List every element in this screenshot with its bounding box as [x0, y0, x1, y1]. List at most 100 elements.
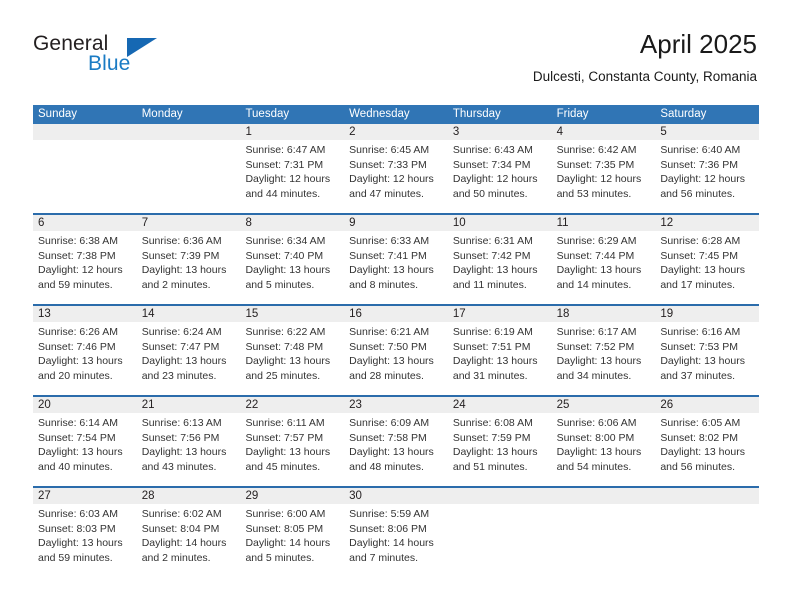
- week-row: 6 7 8 9 10 11 12 Sunrise: 6:38 AM Sunset…: [33, 213, 759, 304]
- day-number[interactable]: [655, 488, 759, 504]
- day-cell[interactable]: [33, 140, 137, 213]
- daylight-text-line1: Daylight: 13 hours: [660, 264, 745, 277]
- day-number[interactable]: 26: [655, 397, 759, 413]
- sunrise-text: Sunrise: 6:36 AM: [141, 235, 222, 247]
- daylight-text-line2: and 20 minutes.: [38, 369, 113, 382]
- day-number[interactable]: 15: [240, 306, 344, 322]
- daylight-text-line1: Daylight: 13 hours: [245, 446, 331, 459]
- day-number[interactable]: 22: [240, 397, 344, 413]
- day-number[interactable]: 2: [344, 124, 448, 140]
- day-cell[interactable]: Sunrise: 6:05 AM Sunset: 8:02 PM Dayligh…: [655, 413, 759, 486]
- day-number[interactable]: 17: [448, 306, 552, 322]
- day-number[interactable]: 9: [344, 215, 448, 231]
- day-number[interactable]: 8: [240, 215, 344, 231]
- day-number[interactable]: 14: [137, 306, 241, 322]
- day-cell[interactable]: Sunrise: 6:16 AM Sunset: 7:53 PM Dayligh…: [655, 322, 759, 395]
- day-number[interactable]: 12: [655, 215, 759, 231]
- day-cell[interactable]: [137, 140, 241, 213]
- weekday-header-wednesday: Wednesday: [349, 108, 410, 120]
- general-blue-logo[interactable]: General Blue: [33, 32, 263, 94]
- day-cell[interactable]: Sunrise: 6:17 AM Sunset: 7:52 PM Dayligh…: [552, 322, 656, 395]
- day-number[interactable]: 5: [655, 124, 759, 140]
- sunset-text: Sunset: 8:06 PM: [349, 522, 427, 535]
- daylight-text-line1: Daylight: 13 hours: [38, 446, 123, 459]
- day-cell[interactable]: Sunrise: 6:14 AM Sunset: 7:54 PM Dayligh…: [33, 413, 137, 486]
- day-number[interactable]: [137, 124, 241, 140]
- day-number[interactable]: 16: [344, 306, 448, 322]
- day-cell[interactable]: [655, 504, 759, 577]
- day-cell[interactable]: Sunrise: 6:19 AM Sunset: 7:51 PM Dayligh…: [448, 322, 552, 395]
- daylight-text-line1: Daylight: 12 hours: [660, 173, 745, 186]
- day-number[interactable]: 13: [33, 306, 137, 322]
- daylight-text-line2: and 44 minutes.: [245, 187, 321, 200]
- calendar-grid: Sunday Monday Tuesday Wednesday Thursday…: [33, 105, 759, 577]
- day-number[interactable]: 19: [655, 306, 759, 322]
- day-number[interactable]: [448, 488, 552, 504]
- day-cell[interactable]: Sunrise: 6:43 AM Sunset: 7:34 PM Dayligh…: [448, 140, 552, 213]
- sunrise-text: Sunrise: 6:02 AM: [141, 508, 222, 520]
- day-cell[interactable]: Sunrise: 5:59 AM Sunset: 8:06 PM Dayligh…: [344, 504, 448, 577]
- day-cell[interactable]: Sunrise: 6:03 AM Sunset: 8:03 PM Dayligh…: [33, 504, 137, 577]
- day-number[interactable]: 30: [344, 488, 448, 504]
- day-number[interactable]: 20: [33, 397, 137, 413]
- day-number[interactable]: 27: [33, 488, 137, 504]
- sunset-text: Sunset: 7:56 PM: [141, 431, 220, 444]
- day-cell[interactable]: Sunrise: 6:08 AM Sunset: 7:59 PM Dayligh…: [448, 413, 552, 486]
- day-cell[interactable]: Sunrise: 6:31 AM Sunset: 7:42 PM Dayligh…: [448, 231, 552, 304]
- sunrise-text: Sunrise: 6:19 AM: [452, 326, 533, 338]
- logo-word-blue: Blue: [88, 52, 131, 75]
- day-number[interactable]: [552, 488, 656, 504]
- day-number[interactable]: 28: [137, 488, 241, 504]
- day-cell[interactable]: Sunrise: 6:34 AM Sunset: 7:40 PM Dayligh…: [240, 231, 344, 304]
- sunrise-text: Sunrise: 5:59 AM: [349, 508, 430, 520]
- day-cell[interactable]: Sunrise: 6:11 AM Sunset: 7:57 PM Dayligh…: [240, 413, 344, 486]
- sunrise-text: Sunrise: 6:11 AM: [245, 417, 325, 429]
- day-number[interactable]: 4: [552, 124, 656, 140]
- day-cell[interactable]: Sunrise: 6:02 AM Sunset: 8:04 PM Dayligh…: [137, 504, 241, 577]
- daylight-text-line1: Daylight: 13 hours: [38, 355, 123, 368]
- day-cell[interactable]: Sunrise: 6:33 AM Sunset: 7:41 PM Dayligh…: [344, 231, 448, 304]
- day-number[interactable]: 18: [552, 306, 656, 322]
- day-cell[interactable]: [448, 504, 552, 577]
- day-number-band: 27 28 29 30: [33, 488, 759, 504]
- day-cell[interactable]: Sunrise: 6:42 AM Sunset: 7:35 PM Dayligh…: [552, 140, 656, 213]
- daylight-text-line2: and 56 minutes.: [660, 187, 736, 200]
- day-cell[interactable]: Sunrise: 6:22 AM Sunset: 7:48 PM Dayligh…: [240, 322, 344, 395]
- sunset-text: Sunset: 7:42 PM: [452, 249, 531, 262]
- day-number[interactable]: 10: [448, 215, 552, 231]
- day-number[interactable]: 7: [137, 215, 241, 231]
- day-cell[interactable]: Sunrise: 6:24 AM Sunset: 7:47 PM Dayligh…: [137, 322, 241, 395]
- day-cell[interactable]: Sunrise: 6:28 AM Sunset: 7:45 PM Dayligh…: [655, 231, 759, 304]
- day-cell[interactable]: Sunrise: 6:06 AM Sunset: 8:00 PM Dayligh…: [552, 413, 656, 486]
- day-number[interactable]: 3: [448, 124, 552, 140]
- calendar-page: General Blue April 2025 Dulcesti, Consta…: [0, 0, 792, 612]
- day-cell[interactable]: Sunrise: 6:00 AM Sunset: 8:05 PM Dayligh…: [240, 504, 344, 577]
- day-cell[interactable]: Sunrise: 6:21 AM Sunset: 7:50 PM Dayligh…: [344, 322, 448, 395]
- day-cell[interactable]: Sunrise: 6:29 AM Sunset: 7:44 PM Dayligh…: [552, 231, 656, 304]
- week-row: 20 21 22 23 24 25 26 Sunrise: 6:14 AM Su…: [33, 395, 759, 486]
- daylight-text-line1: Daylight: 13 hours: [452, 264, 538, 277]
- day-number[interactable]: 11: [552, 215, 656, 231]
- sunset-text: Sunset: 7:47 PM: [141, 340, 220, 353]
- daylight-text-line1: Daylight: 13 hours: [556, 355, 642, 368]
- sunrise-text: Sunrise: 6:28 AM: [660, 235, 741, 247]
- day-number[interactable]: 6: [33, 215, 137, 231]
- weekday-header-thursday: Thursday: [452, 108, 501, 120]
- day-number[interactable]: 25: [552, 397, 656, 413]
- day-cell[interactable]: Sunrise: 6:38 AM Sunset: 7:38 PM Dayligh…: [33, 231, 137, 304]
- day-cell[interactable]: Sunrise: 6:36 AM Sunset: 7:39 PM Dayligh…: [137, 231, 241, 304]
- day-number[interactable]: 24: [448, 397, 552, 413]
- daylight-text-line1: Daylight: 14 hours: [141, 537, 227, 550]
- day-number[interactable]: 1: [240, 124, 344, 140]
- day-number[interactable]: 21: [137, 397, 241, 413]
- day-cell[interactable]: Sunrise: 6:47 AM Sunset: 7:31 PM Dayligh…: [240, 140, 344, 213]
- day-cell[interactable]: [552, 504, 656, 577]
- day-number[interactable]: [33, 124, 137, 140]
- day-number[interactable]: 23: [344, 397, 448, 413]
- day-cell[interactable]: Sunrise: 6:09 AM Sunset: 7:58 PM Dayligh…: [344, 413, 448, 486]
- day-cell[interactable]: Sunrise: 6:13 AM Sunset: 7:56 PM Dayligh…: [137, 413, 241, 486]
- day-cell[interactable]: Sunrise: 6:40 AM Sunset: 7:36 PM Dayligh…: [655, 140, 759, 213]
- day-cell[interactable]: Sunrise: 6:45 AM Sunset: 7:33 PM Dayligh…: [344, 140, 448, 213]
- day-cell[interactable]: Sunrise: 6:26 AM Sunset: 7:46 PM Dayligh…: [33, 322, 137, 395]
- day-number[interactable]: 29: [240, 488, 344, 504]
